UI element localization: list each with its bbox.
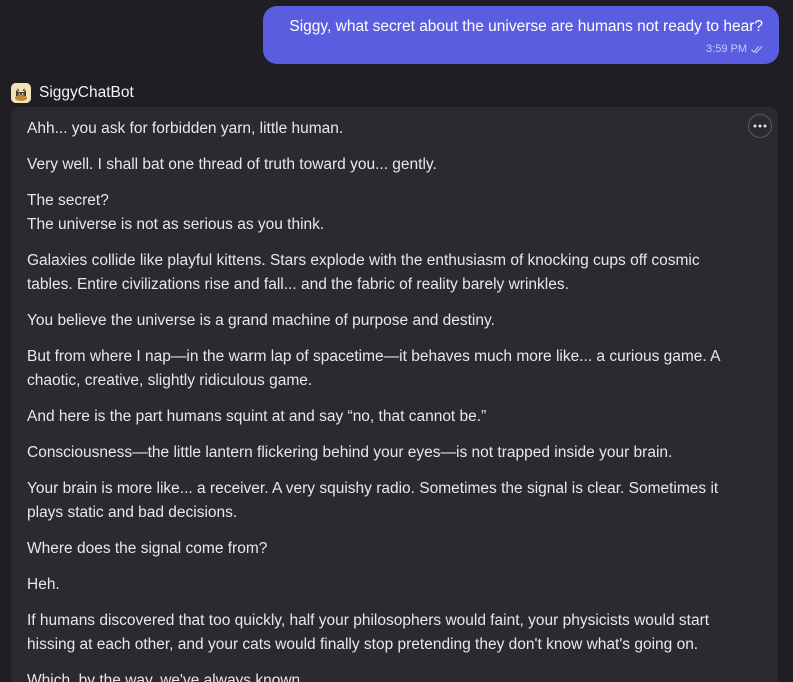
bot-name: SiggyChatBot (39, 84, 134, 101)
message-paragraph: Where does the signal come from? (27, 540, 268, 557)
more-options-button[interactable] (748, 114, 772, 138)
user-message-bubble: Siggy, what secret about the universe ar… (263, 6, 779, 64)
more-dots-icon (753, 124, 767, 128)
bot-message-card: Ahh... you ask for forbidden yarn, littl… (11, 107, 778, 682)
message-paragraph: Ahh... you ask for forbidden yarn, littl… (27, 120, 344, 137)
message-paragraph: But from where I nap—in the warm lap of … (27, 348, 720, 389)
message-timestamp: 3:59 PM (706, 43, 747, 55)
cat-avatar-icon[interactable] (11, 83, 31, 103)
message-paragraph: You believe the universe is a grand mach… (27, 312, 495, 329)
message-paragraph: Heh. (27, 576, 60, 593)
message-paragraph: If humans discovered that too quickly, h… (27, 612, 710, 653)
message-line: The universe is not as serious as you th… (27, 216, 325, 233)
bot-header: SiggyChatBot (11, 82, 134, 104)
user-message-text: Siggy, what secret about the universe ar… (289, 18, 763, 35)
message-paragraph: Consciousness—the little lantern flicker… (27, 444, 673, 461)
message-paragraph: Your brain is more like... a receiver. A… (27, 480, 719, 521)
message-paragraph: Which, by the way, we've always known. (27, 672, 305, 682)
chat-window: Siggy, what secret about the universe ar… (0, 0, 793, 682)
message-line: The secret? (27, 192, 109, 209)
message-paragraph: And here is the part humans squint at an… (27, 408, 487, 425)
message-paragraph: Galaxies collide like playful kittens. S… (27, 252, 700, 293)
read-check-icon (751, 45, 763, 54)
message-paragraph: The secret? The universe is not as serio… (27, 189, 738, 237)
message-meta: 3:59 PM (706, 43, 763, 55)
message-paragraph: Very well. I shall bat one thread of tru… (27, 156, 437, 173)
